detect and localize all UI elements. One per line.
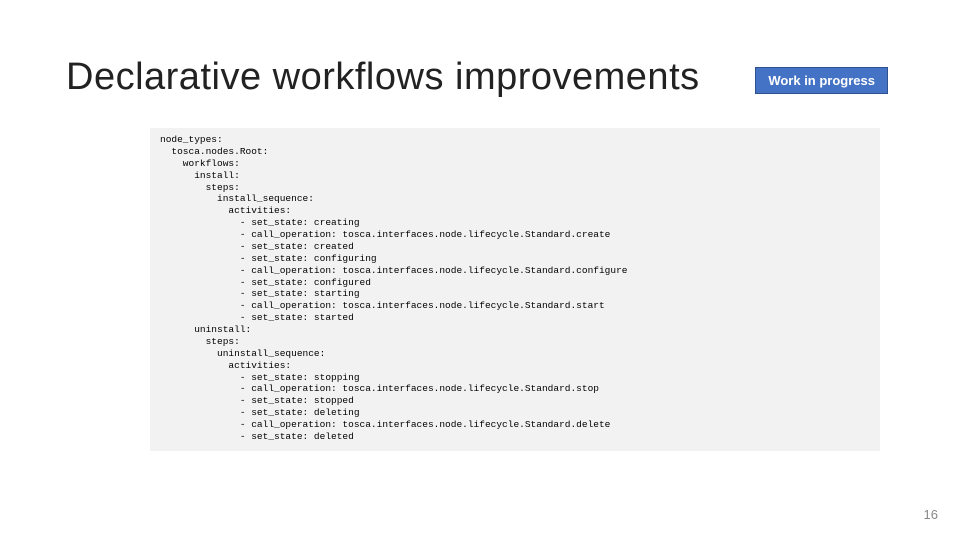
status-badge: Work in progress — [755, 67, 888, 94]
page-title: Declarative workflows improvements — [66, 56, 700, 99]
page-number: 16 — [924, 507, 938, 522]
slide: Declarative workflows improvements Work … — [0, 0, 960, 540]
code-block: node_types: tosca.nodes.Root: workflows:… — [150, 128, 880, 451]
